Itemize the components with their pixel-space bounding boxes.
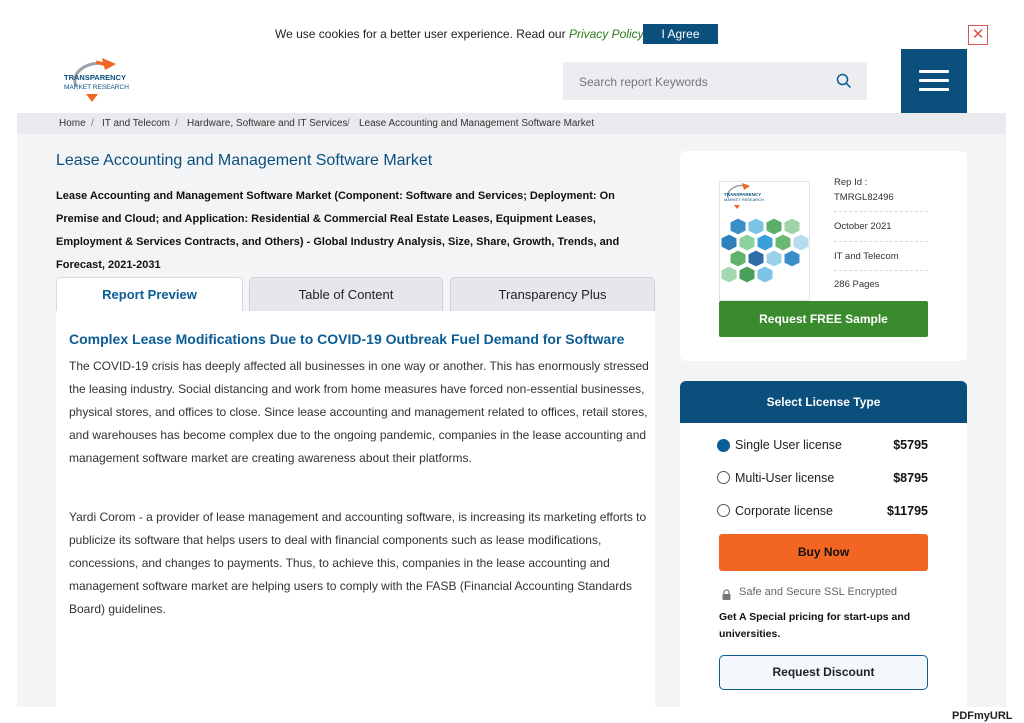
page-title: Lease Accounting and Management Software… xyxy=(56,152,433,169)
single-user-radio[interactable] xyxy=(717,439,730,452)
report-cover-image: TRANSPARENCY MARKET RESEARCH xyxy=(719,181,810,301)
lock-icon xyxy=(722,587,731,600)
corporate-radio[interactable] xyxy=(717,504,730,517)
paragraph: Yardi Corom - a provider of lease manage… xyxy=(69,510,647,616)
breadcrumb-separator: / xyxy=(347,118,350,129)
svg-text:MARKET RESEARCH: MARKET RESEARCH xyxy=(64,84,129,91)
divider xyxy=(834,211,928,212)
close-icon[interactable]: ✕ xyxy=(968,25,988,45)
privacy-policy-link[interactable]: Privacy Policy xyxy=(569,27,644,41)
report-category: IT and Telecom xyxy=(834,251,899,262)
request-discount-button[interactable]: Request Discount xyxy=(719,655,928,690)
rep-id-label: Rep Id : xyxy=(834,177,868,188)
breadcrumb-current: Lease Accounting and Management Software… xyxy=(359,118,595,129)
agree-button[interactable]: I Agree xyxy=(643,24,718,44)
license-name[interactable]: Multi-User license xyxy=(735,471,834,485)
cookie-text: We use cookies for a better user experie… xyxy=(275,27,644,41)
license-price: $8795 xyxy=(893,471,928,485)
tab-transparency-plus[interactable]: Transparency Plus xyxy=(450,277,655,312)
request-sample-button[interactable]: Request FREE Sample xyxy=(719,301,928,337)
divider xyxy=(834,270,928,271)
site-logo[interactable]: TRANSPARENCY MARKET RESEARCH xyxy=(62,54,142,106)
report-subtitle: Lease Accounting and Management Software… xyxy=(56,190,620,271)
breadcrumb: Home / IT and Telecom / Hardware, Softwa… xyxy=(17,113,1006,134)
tab-table-of-content[interactable]: Table of Content xyxy=(249,277,443,312)
multi-user-radio[interactable] xyxy=(717,471,730,484)
hamburger-menu-button[interactable] xyxy=(901,49,967,113)
menu-bar xyxy=(919,70,949,73)
search-icon[interactable] xyxy=(836,73,852,89)
breadcrumb-home[interactable]: Home xyxy=(59,118,86,129)
svg-text:MARKET RESEARCH: MARKET RESEARCH xyxy=(724,197,764,202)
ssl-note: Safe and Secure SSL Encrypted xyxy=(739,586,897,598)
report-date: October 2021 xyxy=(834,221,892,232)
paragraph: The COVID-19 crisis has deeply affected … xyxy=(69,359,649,465)
cookie-message: We use cookies for a better user experie… xyxy=(275,27,566,41)
pdfmyurl-watermark: PDFmyURL xyxy=(952,710,1013,722)
search-input[interactable] xyxy=(579,75,809,89)
buy-now-button[interactable]: Buy Now xyxy=(719,534,928,571)
breadcrumb-hardware[interactable]: Hardware, Software and IT Services xyxy=(187,118,347,129)
rep-id-value: TMRGL82496 xyxy=(834,192,894,203)
breadcrumb-separator: / xyxy=(175,118,178,129)
svg-text:TRANSPARENCY: TRANSPARENCY xyxy=(64,73,126,82)
divider xyxy=(834,241,928,242)
license-price: $5795 xyxy=(893,438,928,452)
license-heading: Select License Type xyxy=(680,381,967,423)
breadcrumb-it-telecom[interactable]: IT and Telecom xyxy=(102,118,170,129)
breadcrumb-separator: / xyxy=(91,118,94,129)
license-price: $11795 xyxy=(886,504,928,518)
special-pricing-note: Get A Special pricing for start-ups and … xyxy=(719,611,911,640)
report-pages: 286 Pages xyxy=(834,279,880,290)
menu-bar xyxy=(919,88,949,91)
license-name[interactable]: Single User license xyxy=(735,438,842,452)
menu-bar xyxy=(919,79,949,82)
tab-report-preview[interactable]: Report Preview xyxy=(56,277,243,312)
license-name[interactable]: Corporate license xyxy=(735,504,833,518)
section-title: Complex Lease Modifications Due to COVID… xyxy=(69,331,625,347)
